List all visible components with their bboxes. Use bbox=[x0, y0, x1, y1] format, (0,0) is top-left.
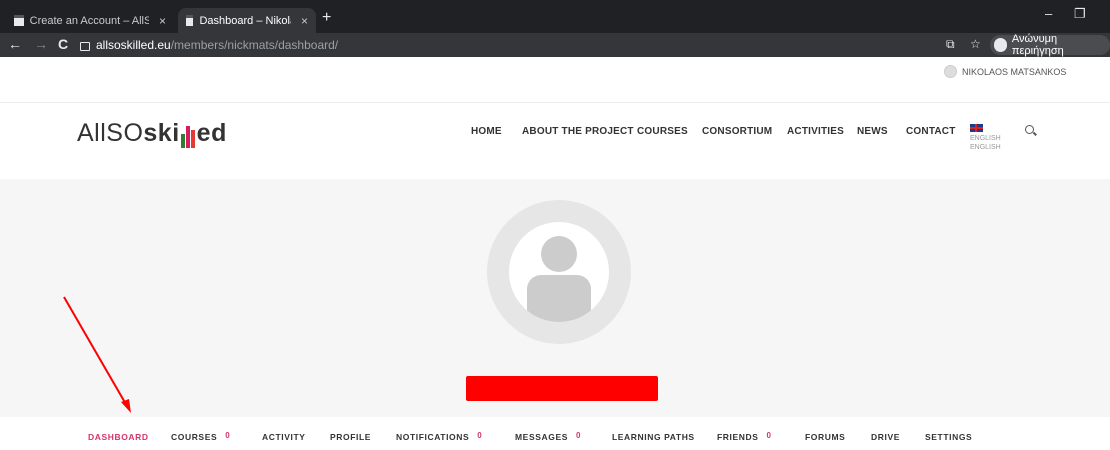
nav-contact[interactable]: CONTACT bbox=[906, 126, 956, 137]
tab-activity[interactable]: ACTIVITY bbox=[262, 432, 306, 442]
redacted-user-name bbox=[466, 376, 658, 401]
tab-create-account[interactable]: Create an Account – AllSOskilled × bbox=[6, 8, 174, 33]
language-label-secondary: ENGLISH bbox=[970, 144, 1001, 151]
restore-button[interactable]: ❐ bbox=[1074, 6, 1086, 22]
tab-profile[interactable]: PROFILE bbox=[330, 432, 371, 442]
profile-avatar[interactable] bbox=[487, 200, 631, 344]
site-logo[interactable]: AllSO ski ed bbox=[77, 119, 227, 148]
incognito-label: Ανώνυμη περιήγηση bbox=[1011, 33, 1064, 57]
star-icon[interactable]: ☆ bbox=[970, 37, 981, 51]
language-switcher[interactable]: ENGLISH ENGLISH bbox=[970, 124, 1001, 152]
site-header: AllSO ski ed HOME ABOUT THE PROJECT COUR… bbox=[0, 104, 1110, 178]
tab-drive[interactable]: DRIVE bbox=[871, 432, 900, 442]
uk-flag-icon bbox=[970, 124, 983, 132]
browser-toolbar: ← → C allsoskilled.eu /members/nickmats/… bbox=[0, 33, 1110, 57]
tab-label: MESSAGES bbox=[515, 432, 568, 442]
new-tab-button[interactable]: + bbox=[322, 9, 331, 27]
browser-tab-bar: Create an Account – AllSOskilled × Dashb… bbox=[0, 0, 1110, 33]
back-icon[interactable]: ← bbox=[8, 36, 22, 52]
url-path: /members/nickmats/dashboard/ bbox=[170, 38, 339, 52]
logo-text-a: AllSO bbox=[77, 119, 144, 147]
tab-label: COURSES bbox=[171, 432, 218, 442]
tab-messages[interactable]: MESSAGES 0 bbox=[515, 431, 582, 442]
avatar-icon bbox=[944, 65, 957, 78]
tab-forums[interactable]: FORUMS bbox=[805, 432, 845, 442]
courses-count-badge: 0 bbox=[225, 431, 231, 440]
tab-label: FRIENDS bbox=[717, 432, 759, 442]
site-top-bar: NIKOLAOS MATSANKOS bbox=[0, 57, 1110, 103]
minimize-button[interactable]: – bbox=[1045, 6, 1052, 21]
user-name: NIKOLAOS MATSANKOS bbox=[962, 66, 1067, 77]
user-menu[interactable]: NIKOLAOS MATSANKOS bbox=[944, 65, 1066, 78]
close-icon[interactable]: × bbox=[159, 14, 166, 28]
profile-cover bbox=[0, 179, 1110, 417]
messages-count-badge: 0 bbox=[575, 431, 582, 440]
logo-bars-icon bbox=[180, 126, 196, 148]
language-label: ENGLISH bbox=[970, 135, 1001, 142]
translate-icon[interactable]: ⧉ bbox=[946, 37, 955, 52]
tab-title: Dashboard – Nikolaos Matsanko bbox=[199, 14, 291, 27]
reload-icon[interactable]: C bbox=[58, 36, 68, 52]
tab-courses[interactable]: COURSES 0 bbox=[171, 431, 231, 442]
nav-activities[interactable]: ACTIVITIES bbox=[787, 126, 844, 137]
url-host: allsoskilled.eu bbox=[96, 38, 171, 52]
nav-courses[interactable]: COURSES bbox=[637, 126, 688, 137]
friends-count-badge: 0 bbox=[766, 431, 772, 440]
logo-text-c: ed bbox=[196, 119, 227, 147]
page-favicon-icon bbox=[186, 15, 194, 26]
close-icon[interactable]: × bbox=[301, 14, 308, 28]
default-user-icon bbox=[509, 222, 609, 322]
address-bar[interactable]: allsoskilled.eu /members/nickmats/dashbo… bbox=[80, 35, 930, 55]
notifications-count-badge: 0 bbox=[477, 431, 483, 440]
tab-dashboard[interactable]: DASHBOARD bbox=[88, 432, 149, 442]
search-icon[interactable] bbox=[1025, 125, 1034, 134]
profile-nav: DASHBOARD COURSES 0 ACTIVITY PROFILE NOTI… bbox=[0, 418, 1110, 450]
tab-learning-paths[interactable]: LEARNING PATHS bbox=[612, 432, 695, 442]
tab-dashboard[interactable]: Dashboard – Nikolaos Matsanko × bbox=[178, 8, 316, 33]
tab-friends[interactable]: FRIENDS 0 bbox=[717, 431, 772, 442]
nav-consortium[interactable]: CONSORTIUM bbox=[702, 126, 772, 137]
lock-icon bbox=[80, 41, 90, 51]
nav-home[interactable]: HOME bbox=[471, 126, 502, 137]
incognito-icon bbox=[994, 38, 1007, 52]
forward-icon[interactable]: → bbox=[34, 36, 48, 52]
page-favicon-icon bbox=[14, 15, 24, 26]
tab-notifications[interactable]: NOTIFICATIONS 0 bbox=[396, 431, 483, 442]
tab-settings[interactable]: SETTINGS bbox=[925, 432, 972, 442]
nav-about-the-project[interactable]: ABOUT THE PROJECT bbox=[522, 126, 634, 137]
incognito-badge[interactable]: Ανώνυμη περιήγηση bbox=[990, 33, 1110, 57]
nav-news[interactable]: NEWS bbox=[857, 126, 888, 137]
tab-label: NOTIFICATIONS bbox=[396, 432, 470, 442]
tab-title: Create an Account – AllSOskilled bbox=[29, 14, 149, 27]
logo-text-b: ski bbox=[143, 119, 180, 147]
